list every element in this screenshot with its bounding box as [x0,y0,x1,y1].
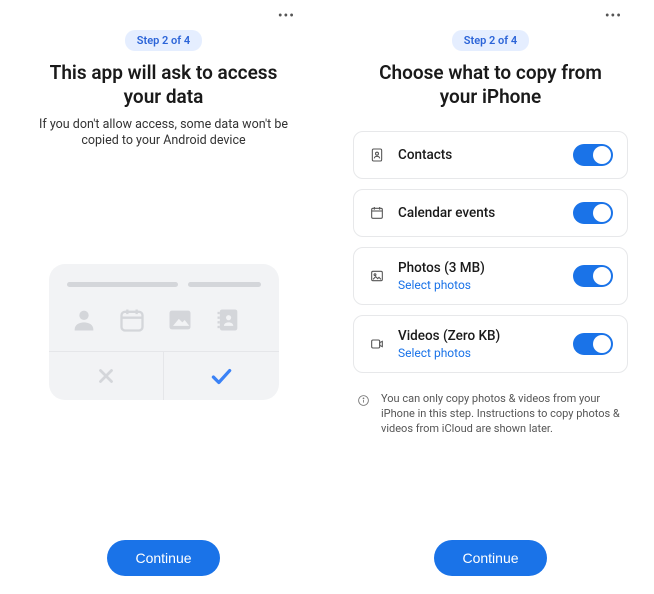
info-icon [357,392,371,406]
page-title: Choose what to copy from your iPhone [361,61,621,109]
continue-button[interactable]: Continue [434,540,546,576]
continue-button[interactable]: Continue [107,540,219,576]
calendar-icon [368,204,386,222]
list-item-videos: Videos (Zero KB) Select photos [353,315,628,373]
videos-icon [368,335,386,353]
calendar-icon [115,303,149,337]
select-photos-link[interactable]: Select photos [398,278,561,292]
deny-illustration-icon [49,352,164,400]
item-label: Photos (3 MB) [398,260,561,276]
step-indicator: Step 2 of 4 [452,30,529,51]
item-label: Contacts [398,147,561,163]
list-item-calendar: Calendar events [353,189,628,237]
list-item-contacts: Contacts [353,131,628,179]
toggle-calendar[interactable] [573,202,613,224]
toggle-contacts[interactable] [573,144,613,166]
list-item-photos: Photos (3 MB) Select photos [353,247,628,305]
page-title: This app will ask to access your data [34,61,294,109]
copy-list: Contacts Calendar events Photos (3 MB) S… [353,131,628,437]
screen-choose: ••• Step 2 of 4 Choose what to copy from… [327,0,654,594]
more-icon[interactable]: ••• [278,8,301,24]
info-note: You can only copy photos & videos from y… [353,383,628,437]
toggle-photos[interactable] [573,265,613,287]
person-icon [67,303,101,337]
page-subtitle: If you don't allow access, some data won… [34,117,294,151]
contacts-icon [368,146,386,164]
contacts-book-icon [211,303,245,337]
image-icon [163,303,197,337]
item-label: Videos (Zero KB) [398,328,561,344]
allow-illustration-icon [163,352,279,400]
photos-icon [368,267,386,285]
more-icon[interactable]: ••• [605,8,628,24]
permission-illustration [49,264,279,400]
info-text: You can only copy photos & videos from y… [381,391,624,437]
item-label: Calendar events [398,205,561,221]
select-videos-link[interactable]: Select photos [398,346,561,360]
screen-access: ••• Step 2 of 4 This app will ask to acc… [0,0,327,594]
toggle-videos[interactable] [573,333,613,355]
step-indicator: Step 2 of 4 [125,30,202,51]
